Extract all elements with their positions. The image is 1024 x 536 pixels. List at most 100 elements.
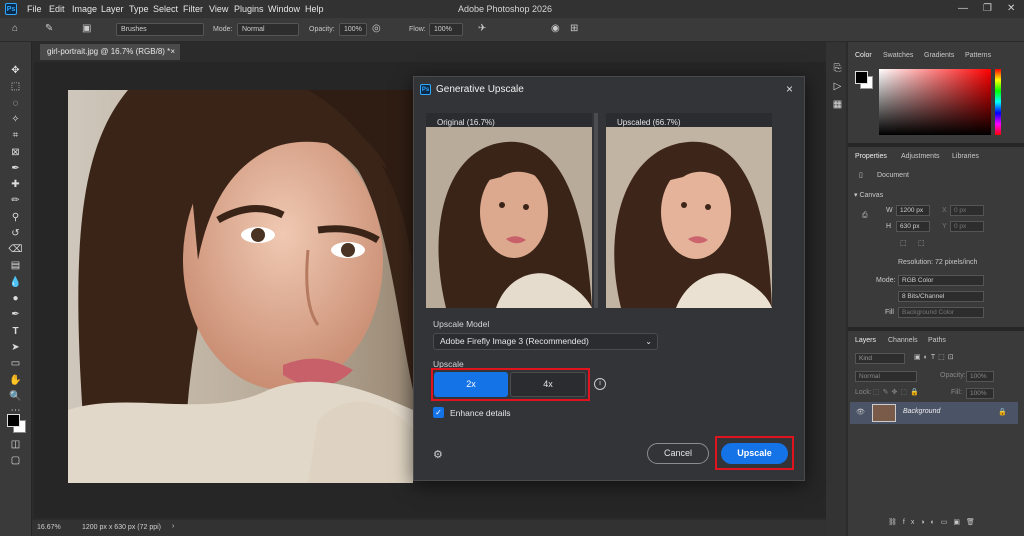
- x-input[interactable]: 0 px: [950, 205, 984, 216]
- hue-slider[interactable]: [995, 69, 1001, 135]
- layer-footer-icons[interactable]: ⛓fx◑◐▭▣🗑: [888, 518, 981, 526]
- upscale-4x-button[interactable]: 4x: [510, 372, 586, 397]
- layer-filter-icons[interactable]: ▣◐T⬚⊡: [914, 353, 957, 361]
- gradient-tool-icon[interactable]: ▤: [8, 259, 23, 272]
- color-picker-field[interactable]: [879, 69, 991, 135]
- home-icon[interactable]: ⌂: [12, 23, 18, 34]
- menu-file[interactable]: File: [27, 4, 42, 14]
- menu-layer[interactable]: Layer: [101, 4, 124, 14]
- dodge-tool-icon[interactable]: ●: [8, 292, 23, 305]
- menu-view[interactable]: View: [209, 4, 228, 14]
- blur-tool-icon[interactable]: 💧: [8, 276, 23, 289]
- symmetry-icon[interactable]: ⊞: [570, 23, 578, 34]
- bit-depth-select[interactable]: 8 Bits/Channel: [898, 291, 984, 302]
- quick-mask-icon[interactable]: ◫: [8, 438, 23, 451]
- zoom-tool-icon[interactable]: 🔍: [8, 390, 23, 403]
- zoom-level[interactable]: 16.67%: [37, 524, 61, 531]
- type-tool-icon[interactable]: T: [8, 325, 23, 338]
- tab-paths[interactable]: Paths: [928, 337, 946, 344]
- menu-edit[interactable]: Edit: [49, 4, 65, 14]
- menu-help[interactable]: Help: [305, 4, 324, 14]
- portrait-orientation-icon[interactable]: ⬚: [900, 239, 907, 247]
- history-brush-tool-icon[interactable]: ↺: [8, 227, 23, 240]
- cancel-button[interactable]: Cancel: [647, 443, 709, 464]
- close-window-icon[interactable]: ✕: [1007, 3, 1015, 14]
- landscape-orientation-icon[interactable]: ⬚: [918, 239, 925, 247]
- layer-filter-select[interactable]: Kind: [855, 353, 905, 364]
- menu-filter[interactable]: Filter: [183, 4, 203, 14]
- info-icon[interactable]: i: [594, 378, 606, 390]
- color-foreground-swatch[interactable]: [855, 71, 868, 84]
- layer-name[interactable]: Background: [903, 408, 940, 415]
- clone-stamp-tool-icon[interactable]: ⚲: [8, 211, 23, 224]
- layer-opacity-input[interactable]: 100%: [966, 371, 994, 382]
- airbrush-icon[interactable]: ✈: [478, 23, 486, 34]
- tab-swatches[interactable]: Swatches: [883, 52, 913, 59]
- screen-mode-icon[interactable]: ▢: [8, 454, 23, 467]
- brush-tool-icon-side[interactable]: ✏: [8, 194, 23, 207]
- settings-gear-icon[interactable]: ⚙: [433, 448, 443, 461]
- lasso-tool-icon[interactable]: ◌: [8, 97, 23, 110]
- marquee-tool-icon[interactable]: ⬚: [8, 80, 23, 93]
- menu-select[interactable]: Select: [153, 4, 178, 14]
- upscaled-preview[interactable]: Upscaled (66.7%): [606, 113, 772, 308]
- canvas-image[interactable]: [68, 90, 413, 483]
- width-input[interactable]: 1200 px: [896, 205, 930, 216]
- dialog-close-icon[interactable]: ×: [786, 82, 793, 96]
- object-selection-tool-icon[interactable]: ✧: [8, 113, 23, 126]
- comments-panel-icon[interactable]: ▦: [830, 98, 845, 111]
- pen-tool-icon[interactable]: ✒: [8, 308, 23, 321]
- pressure-size-icon[interactable]: ◉: [551, 23, 560, 34]
- upscale-model-select[interactable]: Adobe Firefly Image 3 (Recommended) ⌄: [433, 333, 658, 350]
- color-mode-select[interactable]: RGB Color: [898, 275, 984, 286]
- opacity-input[interactable]: 100%: [339, 23, 367, 36]
- rectangle-tool-icon[interactable]: ▭: [8, 357, 23, 370]
- height-input[interactable]: 630 px: [896, 221, 930, 232]
- status-expand-icon[interactable]: ›: [172, 523, 174, 530]
- brush-settings-icon[interactable]: ▣: [82, 23, 91, 34]
- brush-tool-icon[interactable]: ✎: [45, 23, 53, 34]
- pressure-opacity-icon[interactable]: ◎: [372, 23, 381, 34]
- orientation-icon[interactable]: ⎙: [862, 212, 868, 220]
- tab-layers[interactable]: Layers: [855, 337, 876, 344]
- mode-select[interactable]: Normal: [237, 23, 299, 36]
- foreground-color-swatch[interactable]: [7, 414, 20, 427]
- upscale-2x-button[interactable]: 2x: [434, 372, 508, 397]
- upscale-button[interactable]: Upscale: [721, 443, 788, 464]
- brush-preset-picker[interactable]: Brushes: [116, 23, 204, 36]
- menu-window[interactable]: Window: [268, 4, 300, 14]
- move-tool-icon[interactable]: ✥: [8, 64, 23, 77]
- eyedropper-tool-icon[interactable]: ✒: [8, 162, 23, 175]
- close-document-icon[interactable]: ×: [170, 44, 175, 60]
- minimize-icon[interactable]: —: [958, 3, 968, 14]
- eraser-tool-icon[interactable]: ⌫: [8, 243, 23, 256]
- enhance-details-checkbox[interactable]: ✓: [433, 407, 444, 418]
- tab-gradients[interactable]: Gradients: [924, 52, 954, 59]
- layer-fill-input[interactable]: 100%: [966, 388, 994, 399]
- restore-icon[interactable]: ❐: [983, 3, 992, 14]
- history-panel-icon[interactable]: ⎘: [830, 62, 845, 75]
- frame-tool-icon[interactable]: ⊠: [8, 146, 23, 159]
- hand-tool-icon[interactable]: ✋: [8, 374, 23, 387]
- menu-type[interactable]: Type: [129, 4, 149, 14]
- tab-properties[interactable]: Properties: [855, 153, 887, 160]
- y-input[interactable]: 0 px: [950, 221, 984, 232]
- healing-brush-tool-icon[interactable]: ✚: [8, 178, 23, 191]
- flow-input[interactable]: 100%: [429, 23, 463, 36]
- document-tab[interactable]: girl-portrait.jpg @ 16.7% (RGB/8) * ×: [40, 44, 180, 60]
- tab-color[interactable]: Color: [855, 52, 872, 59]
- fill-select[interactable]: Background Color: [898, 307, 984, 318]
- preview-divider[interactable]: [594, 113, 598, 308]
- visibility-eye-icon[interactable]: 👁: [856, 408, 865, 416]
- menu-plugins[interactable]: Plugins: [234, 4, 264, 14]
- layer-row-background[interactable]: 👁 Background 🔒: [850, 402, 1018, 424]
- tab-patterns[interactable]: Patterns: [965, 52, 991, 59]
- tab-libraries[interactable]: Libraries: [952, 153, 979, 160]
- path-selection-tool-icon[interactable]: ➤: [8, 341, 23, 354]
- crop-tool-icon[interactable]: ⌗: [8, 129, 23, 142]
- menu-image[interactable]: Image: [72, 4, 97, 14]
- blend-mode-select[interactable]: Normal: [855, 371, 917, 382]
- tab-adjustments[interactable]: Adjustments: [901, 153, 940, 160]
- original-preview[interactable]: Original (16.7%): [426, 113, 592, 308]
- actions-panel-icon[interactable]: ▷: [830, 80, 845, 93]
